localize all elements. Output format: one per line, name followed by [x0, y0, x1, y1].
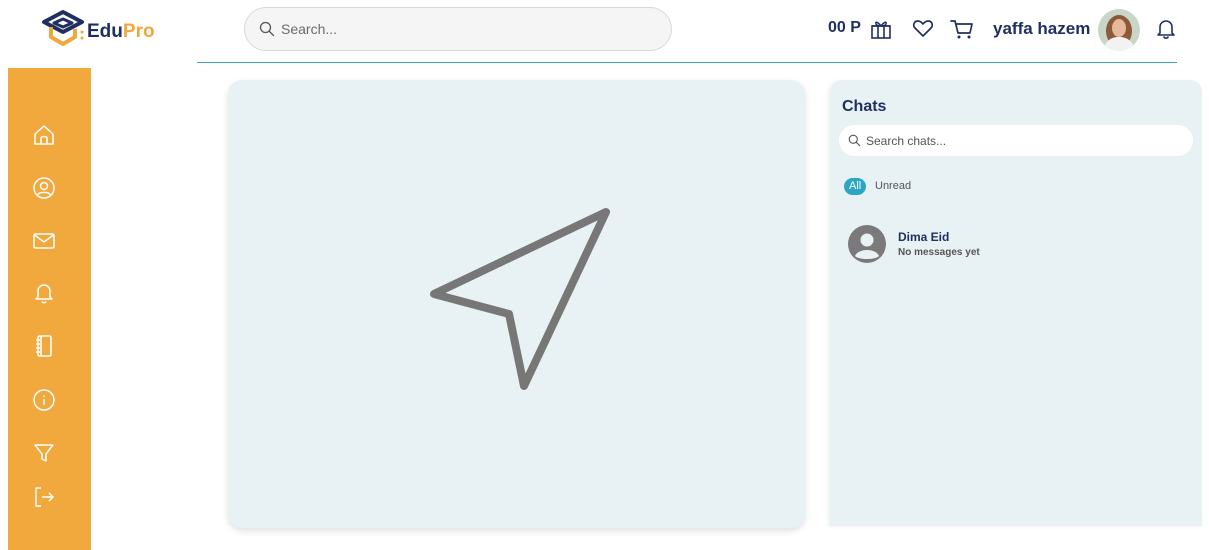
conversation-area: [228, 80, 805, 528]
heart-icon[interactable]: [912, 19, 934, 39]
notebook-icon[interactable]: [32, 334, 56, 358]
brand-name: EduPro: [87, 21, 155, 43]
header-divider: [197, 62, 1177, 63]
bell-icon[interactable]: [32, 281, 56, 305]
sidebar: [8, 68, 91, 550]
chat-contact-name: Dima Eid: [898, 230, 950, 244]
profile-icon[interactable]: [32, 176, 56, 200]
points-balance: 00 P: [828, 19, 861, 36]
search-icon: [259, 21, 275, 37]
chat-search-placeholder: Search chats...: [866, 133, 947, 148]
chat-search-input[interactable]: Search chats...: [839, 125, 1193, 156]
brand-name-part1: Edu: [87, 21, 123, 42]
filter-icon[interactable]: [32, 441, 56, 465]
chat-last-message: No messages yet: [898, 247, 980, 258]
gift-icon[interactable]: [870, 18, 892, 40]
search-icon: [848, 134, 861, 147]
graduation-cap-logo-icon: [42, 10, 84, 46]
search-placeholder: Search...: [281, 21, 338, 37]
filter-all-button[interactable]: All: [844, 178, 867, 195]
cart-icon[interactable]: [950, 18, 974, 40]
chat-list-item[interactable]: Dima Eid No messages yet: [848, 223, 1148, 265]
home-icon[interactable]: [32, 123, 56, 147]
filter-unread-button[interactable]: Unread: [875, 180, 911, 192]
chats-title: Chats: [842, 98, 887, 115]
info-icon[interactable]: [32, 388, 56, 412]
mail-icon[interactable]: [32, 229, 56, 253]
brand-name-part2: Pro: [122, 21, 155, 42]
user-avatar[interactable]: [1098, 9, 1140, 51]
send-icon: [430, 208, 610, 390]
default-avatar-icon: [848, 225, 886, 263]
search-input[interactable]: Search...: [244, 7, 672, 51]
username[interactable]: yaffa hazem: [993, 19, 1090, 39]
chats-panel: Chats Search chats... All Unread Dima Ei…: [830, 80, 1202, 526]
logout-icon[interactable]: [32, 485, 56, 509]
bell-icon[interactable]: [1156, 18, 1176, 40]
logo[interactable]: EduPro: [40, 9, 155, 49]
